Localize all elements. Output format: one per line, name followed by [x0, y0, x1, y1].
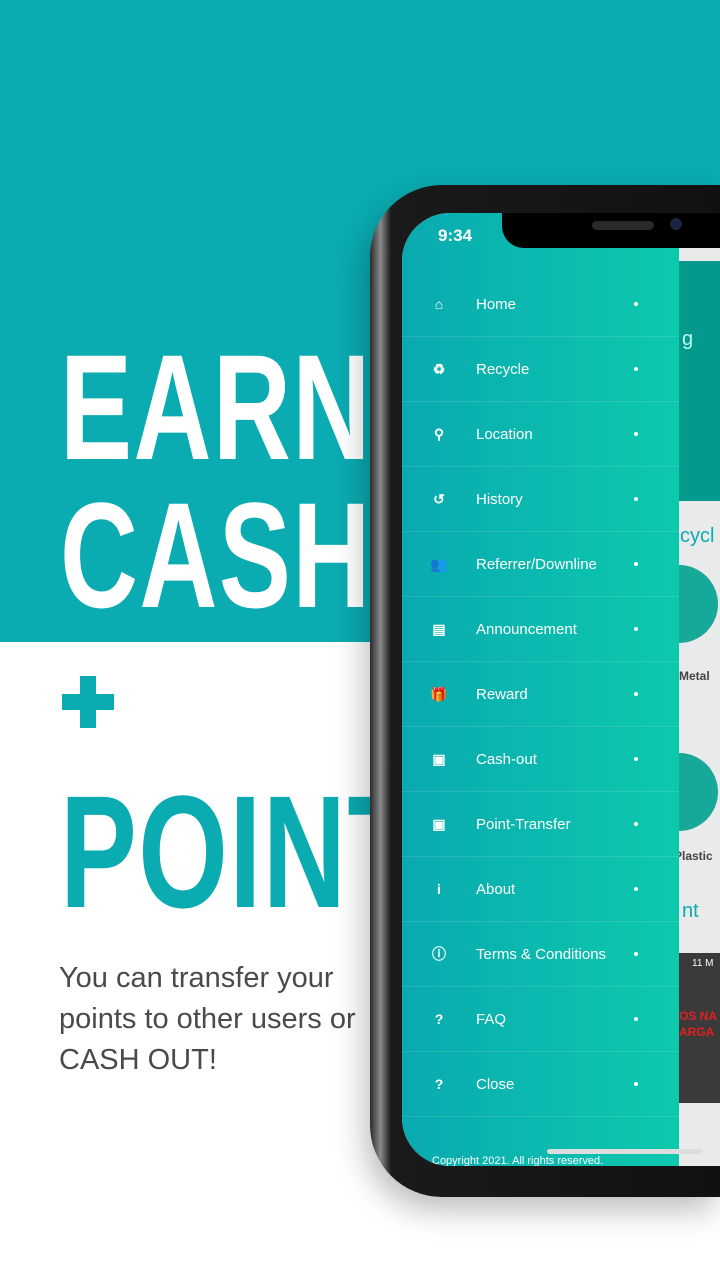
- camera: [670, 218, 682, 230]
- menu-item-about[interactable]: i About: [402, 857, 679, 922]
- announcement-ad-text: OS NA ARGA: [679, 1009, 718, 1039]
- dot-icon: [634, 367, 638, 371]
- bg-announcement-heading: nt: [682, 900, 699, 922]
- map-marker-icon: ⚲: [433, 425, 445, 442]
- dot-icon: [634, 757, 638, 761]
- copyright: Copyright 2021. All rights reserved.: [432, 1155, 604, 1166]
- menu-item-label: Announcement: [476, 620, 577, 638]
- status-time: 9:34: [438, 226, 473, 245]
- menu-item-announcement[interactable]: ▤ Announcement: [402, 597, 679, 662]
- menu-item-home[interactable]: ⌂ Home: [402, 272, 679, 337]
- menu-item-label: Recycle: [476, 360, 530, 378]
- metal-label: Metal: [679, 669, 710, 683]
- dot-icon: [634, 692, 638, 696]
- dot-icon: [634, 822, 638, 826]
- dot-icon: [634, 627, 638, 631]
- bg-recycle-heading: cycl: [680, 525, 715, 547]
- menu-item-label: Close: [476, 1075, 515, 1093]
- speaker: [592, 221, 654, 230]
- headline-point: POINT: [60, 762, 420, 941]
- drawer-menu: ⌂ Home ♻ Recycle ⚲ Location ↺ History 👥 Referrer/…: [402, 272, 679, 1117]
- home-icon: ⌂: [434, 296, 444, 312]
- dot-icon: [634, 887, 638, 891]
- dot-icon: [634, 1082, 638, 1086]
- menu-item-label: FAQ: [476, 1010, 507, 1028]
- menu-item-cash-out[interactable]: ▣ Cash-out: [402, 727, 679, 792]
- menu-item-point-transfer[interactable]: ▣ Point-Transfer: [402, 792, 679, 857]
- bg-text: g: [682, 328, 694, 350]
- dot-icon: [634, 952, 638, 956]
- menu-item-label: Location: [476, 425, 533, 443]
- menu-item-referrer-downline[interactable]: 👥 Referrer/Downline: [402, 532, 679, 597]
- info-circle-icon: ⓘ: [432, 946, 446, 962]
- question-circle-icon: ?: [434, 1011, 444, 1027]
- notch: [502, 213, 720, 248]
- gift-icon: 🎁: [430, 685, 448, 702]
- menu-item-label: Point-Transfer: [476, 815, 571, 833]
- home-indicator[interactable]: [547, 1149, 702, 1154]
- dot-icon: [634, 562, 638, 566]
- menu-item-label: Cash-out: [476, 750, 537, 768]
- question-circle-icon: ?: [434, 1076, 444, 1092]
- menu-item-terms-conditions[interactable]: ⓘ Terms & Conditions: [402, 922, 679, 987]
- money-icon: ▣: [432, 815, 446, 832]
- phone-screen: g cycl Metal Plastic nt 11 M OS NA ARGA …: [402, 213, 720, 1166]
- money-icon: ▣: [432, 750, 446, 767]
- headline-cash: CASH: [60, 471, 372, 639]
- users-icon: 👥: [430, 555, 448, 572]
- menu-item-label: Referrer/Downline: [476, 555, 597, 573]
- menu-item-label: Home: [476, 295, 517, 313]
- dot-icon: [634, 302, 638, 306]
- recycle-icon: ♻: [432, 360, 446, 377]
- menu-item-history[interactable]: ↺ History: [402, 467, 679, 532]
- menu-item-location[interactable]: ⚲ Location: [402, 402, 679, 467]
- plastic-label: Plastic: [674, 849, 713, 863]
- dot-icon: [634, 432, 638, 436]
- subtitle: You can transfer your points to other us…: [59, 962, 356, 1076]
- dot-icon: [634, 1017, 638, 1021]
- dot-icon: [634, 497, 638, 501]
- headline-earn: EARN: [60, 323, 372, 491]
- history-icon: ↺: [433, 490, 445, 507]
- menu-item-label: About: [476, 880, 516, 898]
- menu-item-close[interactable]: ? Close: [402, 1052, 679, 1117]
- menu-item-label: Terms & Conditions: [476, 945, 607, 963]
- plus-icon: [62, 676, 114, 728]
- menu-item-faq[interactable]: ? FAQ: [402, 987, 679, 1052]
- menu-item-reward[interactable]: 🎁 Reward: [402, 662, 679, 727]
- announcement-date: 11 M: [692, 958, 714, 969]
- menu-item-label: Reward: [476, 685, 528, 703]
- menu-item-label: History: [476, 490, 523, 508]
- clipboard-icon: ▤: [432, 620, 446, 637]
- side-drawer: 9:34 ⌂ Home ♻ Recycle ⚲ Location ↺ History 👥 Refe…: [402, 213, 679, 1166]
- menu-item-recycle[interactable]: ♻ Recycle: [402, 337, 679, 402]
- info-icon: i: [437, 881, 441, 897]
